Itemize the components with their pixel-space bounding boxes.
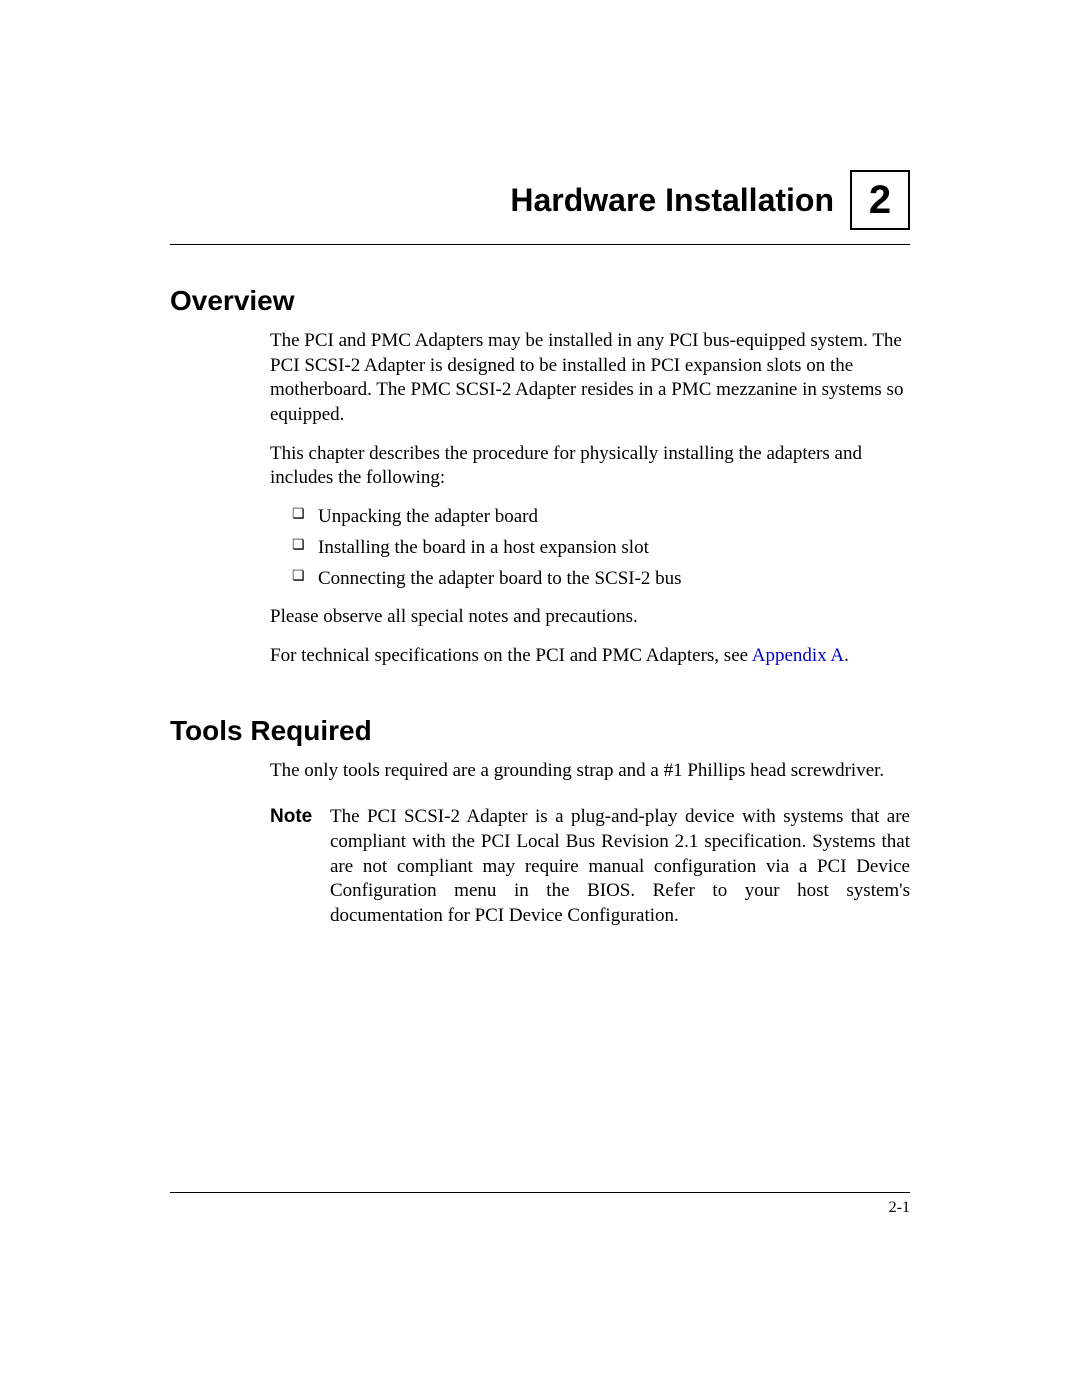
overview-para-2: This chapter describes the procedure for… bbox=[270, 442, 910, 491]
overview-para-4: For technical specifications on the PCI … bbox=[270, 644, 910, 669]
chapter-number: 2 bbox=[869, 178, 891, 223]
tools-body: The only tools required are a grounding … bbox=[270, 759, 910, 929]
list-item: Installing the board in a host expansion… bbox=[292, 536, 910, 561]
chapter-title: Hardware Installation bbox=[510, 182, 834, 219]
overview-para-4-text-a: For technical specifications on the PCI … bbox=[270, 645, 752, 666]
chapter-header: Hardware Installation 2 bbox=[170, 170, 910, 230]
section-heading-tools: Tools Required bbox=[170, 715, 910, 747]
header-rule bbox=[170, 244, 910, 245]
overview-body: The PCI and PMC Adapters may be installe… bbox=[270, 329, 910, 669]
overview-para-1: The PCI and PMC Adapters may be installe… bbox=[270, 329, 910, 428]
footer-rule bbox=[170, 1192, 910, 1193]
note-block: Note The PCI SCSI-2 Adapter is a plug-an… bbox=[270, 805, 910, 928]
section-heading-overview: Overview bbox=[170, 285, 910, 317]
appendix-link[interactable]: Appendix A bbox=[752, 645, 844, 666]
tools-para-1: The only tools required are a grounding … bbox=[270, 759, 910, 784]
overview-para-4-text-b: . bbox=[844, 645, 849, 666]
note-text: The PCI SCSI-2 Adapter is a plug-and-pla… bbox=[330, 805, 910, 928]
page-footer: 2-1 bbox=[170, 1192, 910, 1217]
document-page: Hardware Installation 2 Overview The PCI… bbox=[0, 0, 1080, 1397]
page-number: 2-1 bbox=[170, 1199, 910, 1217]
chapter-number-box: 2 bbox=[850, 170, 910, 230]
overview-para-3: Please observe all special notes and pre… bbox=[270, 605, 910, 630]
list-item: Connecting the adapter board to the SCSI… bbox=[292, 567, 910, 592]
note-label: Note bbox=[270, 805, 330, 928]
list-item: Unpacking the adapter board bbox=[292, 505, 910, 530]
overview-bullet-list: Unpacking the adapter board Installing t… bbox=[292, 505, 910, 591]
